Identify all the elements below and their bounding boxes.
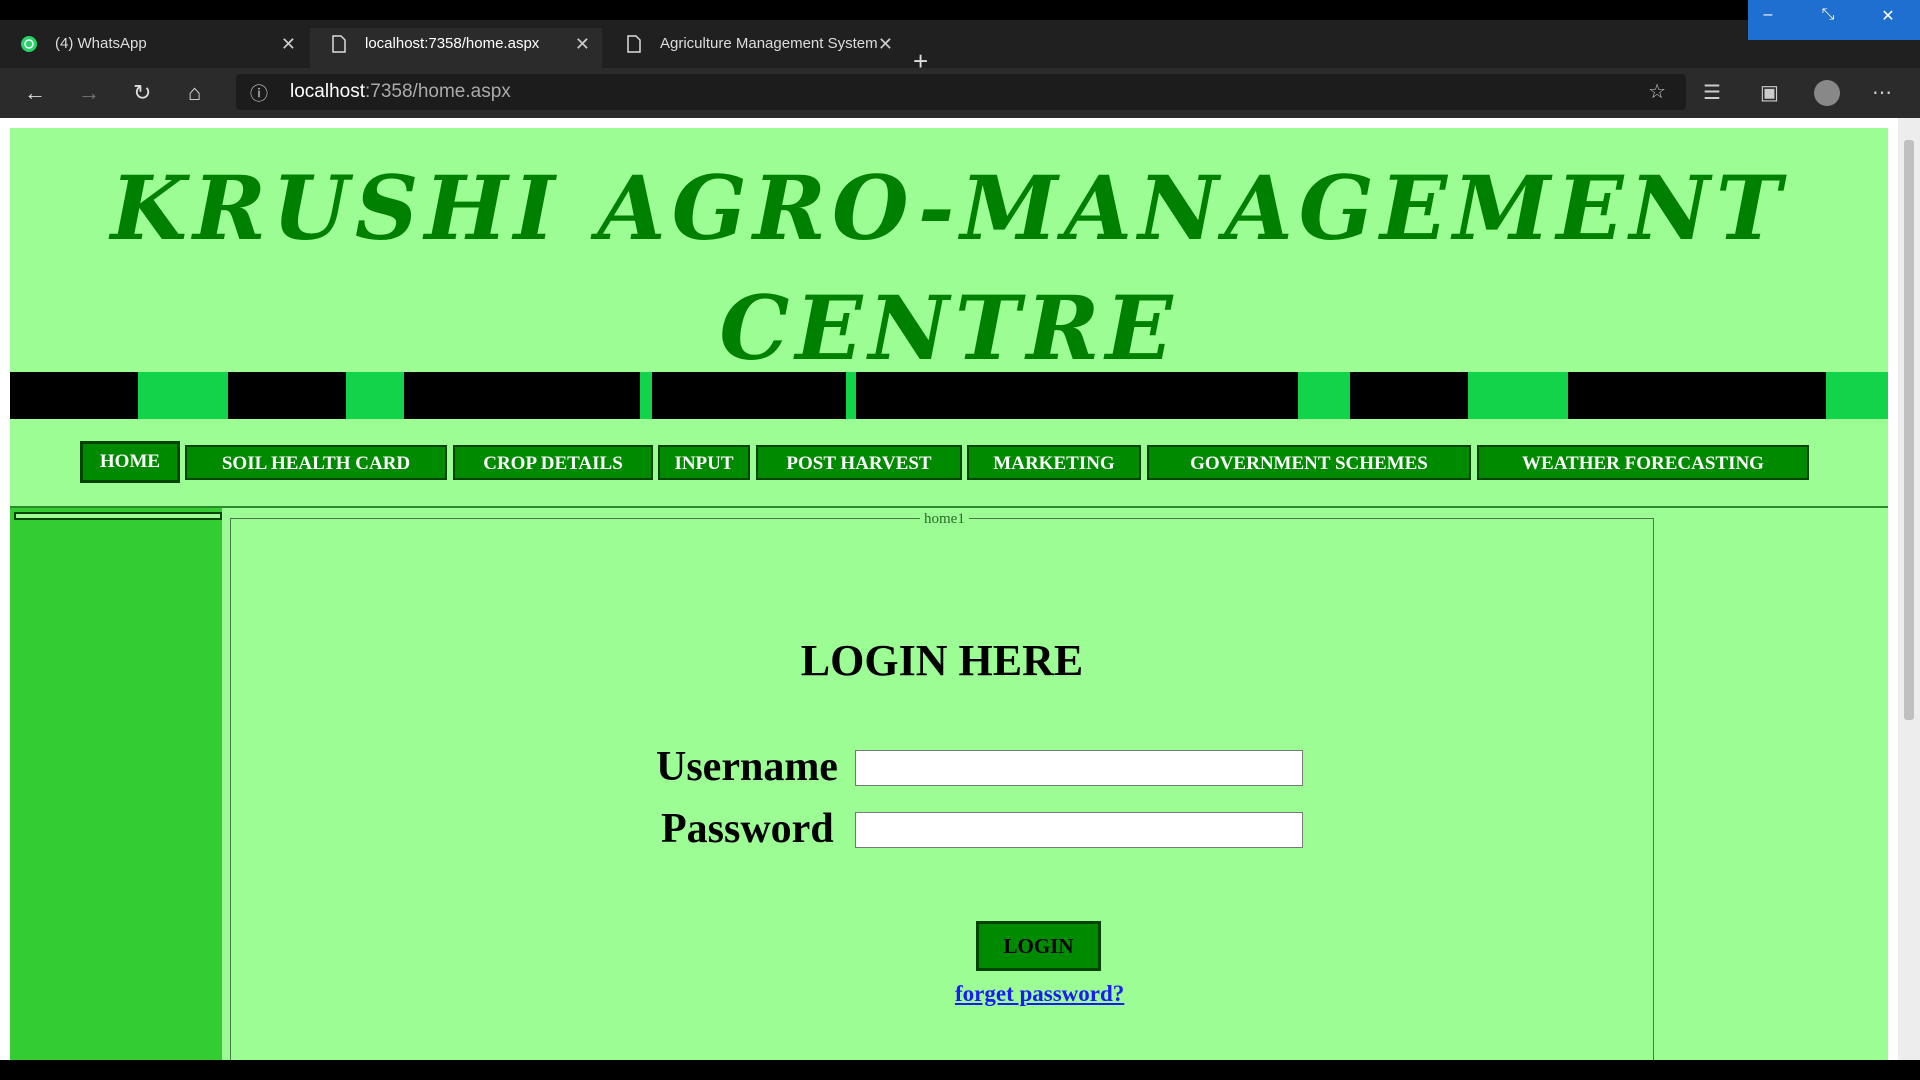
main-nav: HOME SOIL HEALTH CARD CROP DETAILS INPUT…: [10, 419, 1888, 508]
tab-title: localhost:7358/home.aspx: [365, 35, 540, 52]
url-path: :7358/home.aspx: [365, 81, 511, 102]
login-fieldset: home1 LOGIN HERE Username Password LOGIN…: [230, 511, 1654, 1060]
left-sidebar: [10, 508, 222, 1060]
minimize-icon[interactable]: –: [1748, 6, 1788, 24]
address-bar: ← → ↻ ⌂ ⓘ localhost:7358/home.aspx ☆ ☰ ▣…: [0, 68, 1920, 118]
refresh-icon[interactable]: ↻: [133, 80, 151, 106]
whatsapp-icon: [21, 36, 37, 52]
home-icon[interactable]: ⌂: [188, 80, 201, 106]
favorites-icon[interactable]: ☰: [1703, 80, 1721, 105]
fieldset-legend: home1: [920, 511, 969, 528]
close-icon[interactable]: ✕: [281, 28, 296, 60]
nav-post-harvest[interactable]: POST HARVEST: [756, 445, 962, 480]
window-controls: – ⤡ ✕: [1748, 0, 1920, 40]
page-scrollbar[interactable]: [1898, 118, 1920, 1060]
nav-government-schemes[interactable]: GOVERNMENT SCHEMES: [1147, 445, 1471, 480]
tab-agriculture[interactable]: Agriculture Management System ✕: [605, 28, 905, 68]
scrollbar-thumb[interactable]: [1904, 140, 1914, 720]
avatar[interactable]: [1814, 80, 1840, 106]
url-input[interactable]: ⓘ localhost:7358/home.aspx ☆: [236, 74, 1686, 110]
sidebar-divider: [14, 512, 222, 520]
nav-soil-health-card[interactable]: SOIL HEALTH CARD: [185, 445, 447, 480]
nav-home[interactable]: HOME: [80, 441, 180, 483]
browser-tab-bar: (4) WhatsApp ✕ localhost:7358/home.aspx …: [0, 20, 1920, 76]
window-bottom-strip: [0, 1060, 1920, 1080]
window-top-strip: [0, 0, 1920, 20]
url-host: localhost: [290, 81, 365, 102]
nav-weather-forecasting[interactable]: WEATHER FORECASTING: [1477, 445, 1809, 480]
info-icon[interactable]: ⓘ: [250, 80, 268, 106]
site-header: KRUSHI AGRO-MANAGEMENT CENTRE: [10, 128, 1888, 380]
username-label: Username: [656, 744, 838, 790]
back-icon[interactable]: ←: [24, 80, 46, 106]
login-button[interactable]: LOGIN: [976, 921, 1101, 971]
collections-icon[interactable]: ▣: [1760, 80, 1779, 105]
close-window-icon[interactable]: ✕: [1868, 6, 1908, 26]
username-input[interactable]: [855, 750, 1303, 786]
page-icon: [332, 35, 346, 53]
star-icon[interactable]: ☆: [1648, 79, 1666, 104]
forgot-password-link[interactable]: forget password?: [955, 981, 1124, 1007]
nav-marketing[interactable]: MARKETING: [967, 445, 1141, 480]
close-icon[interactable]: ✕: [575, 28, 590, 60]
restore-icon[interactable]: ⤡: [1808, 6, 1848, 24]
tab-title: Agriculture Management System: [660, 35, 878, 52]
tab-title: (4) WhatsApp: [55, 35, 147, 52]
more-icon[interactable]: ⋯: [1872, 80, 1892, 105]
forward-icon[interactable]: →: [78, 80, 100, 106]
password-label: Password: [661, 806, 834, 852]
password-input[interactable]: [855, 812, 1303, 848]
tab-whatsapp[interactable]: (4) WhatsApp ✕: [0, 28, 308, 68]
nav-input[interactable]: INPUT: [658, 445, 750, 480]
site-title: KRUSHI AGRO-MANAGEMENT CENTRE: [110, 156, 1788, 380]
banner-strip: [10, 372, 1888, 422]
page-icon: [627, 35, 641, 53]
login-heading: LOGIN HERE: [800, 636, 1084, 685]
web-page: KRUSHI AGRO-MANAGEMENT CENTRE HOME SOIL …: [0, 118, 1898, 1060]
tab-home-aspx[interactable]: localhost:7358/home.aspx ✕: [310, 28, 602, 68]
close-icon[interactable]: ✕: [878, 28, 893, 60]
nav-crop-details[interactable]: CROP DETAILS: [453, 445, 653, 480]
content-area: home1 LOGIN HERE Username Password LOGIN…: [10, 508, 1888, 1060]
